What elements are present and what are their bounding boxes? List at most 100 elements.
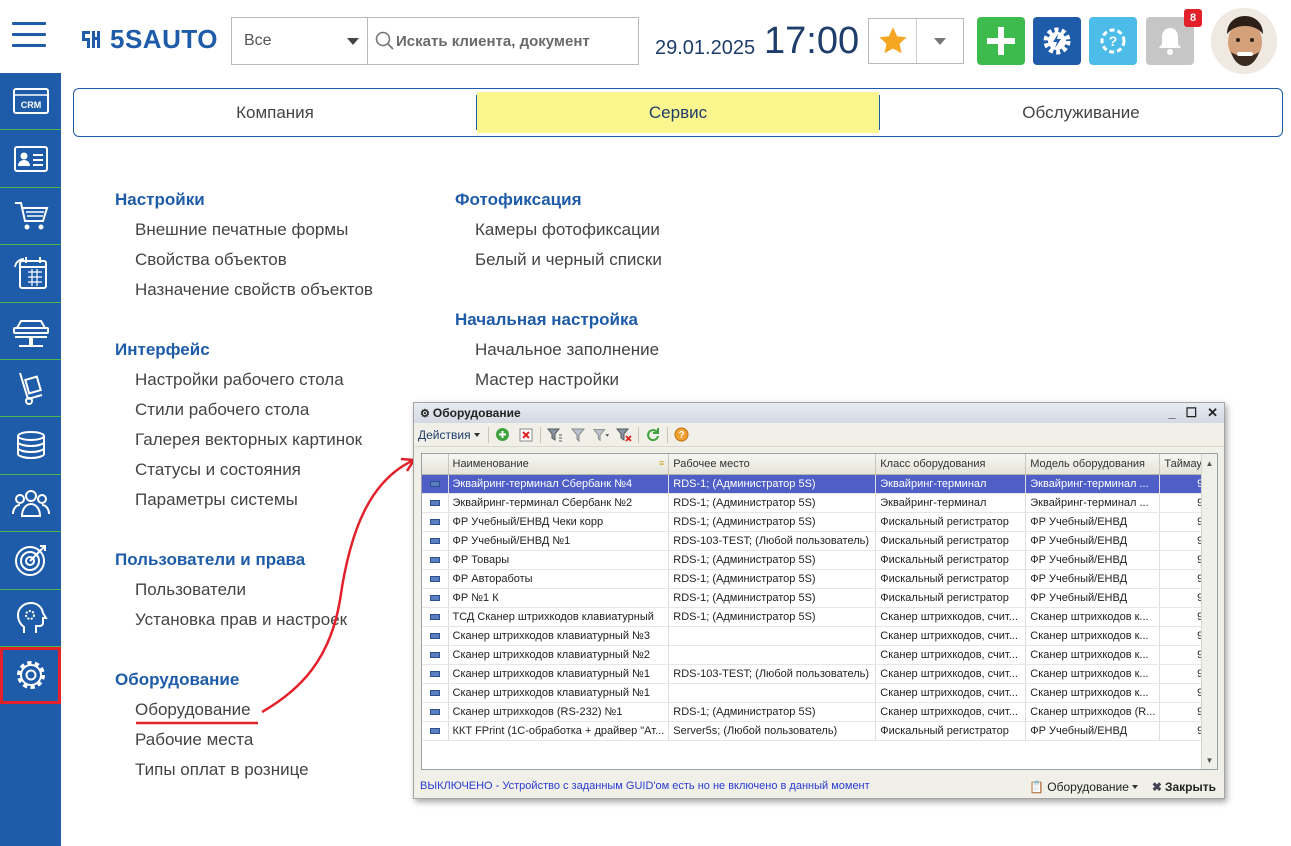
table-row[interactable]: ФР №1 К RDS-1; (Администратор 5S) Фискальн…: [422, 588, 1215, 608]
notifications-button[interactable]: 8: [1146, 9, 1202, 65]
equipment-footer-label: Оборудование: [1047, 780, 1129, 794]
device-icon: [429, 556, 440, 563]
sidebar-item-sales[interactable]: [0, 188, 61, 246]
cell-class: Эквайринг-терминал: [875, 493, 1027, 513]
cell-class: Сканер штрихкодов, счит...: [875, 664, 1027, 684]
scroll-up-icon[interactable]: ▲: [1202, 454, 1217, 472]
sidebar-item-staff[interactable]: [0, 475, 61, 533]
menu-hamburger-button[interactable]: [12, 22, 46, 48]
sidebar-item-contacts[interactable]: [0, 130, 61, 188]
sidebar-item-service[interactable]: [0, 303, 61, 360]
column-header-class[interactable]: Класс оборудования: [875, 454, 1027, 475]
favorites-dropdown-button[interactable]: [917, 19, 963, 63]
menu-group-settings: Настройки Внешние печатные формы Свойств…: [115, 185, 373, 305]
filter-button[interactable]: [569, 426, 587, 444]
table-row[interactable]: Эквайринг-терминал Сбербанк №2 RDS-1; (Ад…: [422, 493, 1215, 513]
favorites-button[interactable]: [869, 19, 917, 63]
menu-link-desktop-settings[interactable]: Настройки рабочего стола: [115, 365, 373, 395]
search-input[interactable]: [396, 32, 626, 50]
add-button[interactable]: [977, 17, 1025, 65]
table-row[interactable]: Эквайринг-терминал Сбербанк №4 RDS-1; (Ад…: [422, 474, 1215, 494]
equipment-window: ⚙ Оборудование _ ☐ ✕ Действия ? Наименов…: [413, 402, 1225, 799]
column-header-model[interactable]: Модель оборудования: [1025, 454, 1161, 475]
add-row-button[interactable]: [494, 426, 512, 444]
scroll-down-icon[interactable]: ▼: [1202, 751, 1217, 769]
table-row[interactable]: ФР Учебный/ЕНВД Чеки корр RDS-1; (Админис…: [422, 512, 1215, 532]
menu-group-interface: Интерфейс Настройки рабочего стола Стили…: [115, 335, 373, 515]
table-row[interactable]: ФР Авторaботы RDS-1; (Администратор 5S) Фи…: [422, 569, 1215, 589]
clear-filter-button[interactable]: [615, 426, 633, 444]
equipment-footer-menu-button[interactable]: 📋 Оборудование: [1029, 780, 1138, 794]
tab-service[interactable]: Сервис: [477, 92, 879, 133]
table-row[interactable]: ККТ FPrint (1С-обработка + драйвер "Ат..…: [422, 721, 1215, 741]
table-row[interactable]: ТСД Сканер штрихкодов клавиатурный RDS-1;…: [422, 607, 1215, 627]
tab-company[interactable]: Компания: [74, 89, 476, 136]
minimize-icon[interactable]: _: [1168, 405, 1175, 421]
actions-label: Действия: [418, 427, 471, 442]
table-row[interactable]: Сканер штрихкодов клавиатурный №1 RDS-103…: [422, 664, 1215, 684]
menu-link-property-assignment[interactable]: Назначение свойств объектов: [115, 275, 373, 305]
refresh-button[interactable]: [644, 426, 662, 444]
row-icon-cell: [422, 664, 449, 684]
cell-model: Сканер штрихкодов к...: [1025, 645, 1161, 665]
user-avatar[interactable]: [1211, 8, 1277, 74]
close-window-button[interactable]: ✖ Закрыть: [1152, 780, 1216, 794]
toolbar-separator: [666, 426, 668, 443]
settings-gear-icon: [16, 661, 45, 690]
sidebar-item-marketing[interactable]: [0, 532, 61, 590]
cell-class: Сканер штрихкодов, счит...: [875, 626, 1027, 646]
help-button[interactable]: ?: [1089, 17, 1137, 65]
row-icon-cell: [422, 702, 449, 722]
menu-link-setup-wizard[interactable]: Мастер настройки: [455, 365, 662, 395]
menu-link-payment-types[interactable]: Типы оплат в рознице: [115, 755, 373, 785]
delete-icon: [519, 428, 533, 441]
actions-menu-button[interactable]: Действия: [418, 428, 483, 442]
menu-link-system-parameters[interactable]: Параметры системы: [115, 485, 373, 515]
maximize-icon[interactable]: ☐: [1185, 405, 1197, 421]
sidebar-item-settings[interactable]: [0, 646, 61, 705]
menu-link-cameras[interactable]: Камеры фотофиксации: [455, 215, 662, 245]
column-header-workplace[interactable]: Рабочее место: [668, 454, 877, 475]
sidebar-item-finance[interactable]: [0, 417, 61, 475]
sidebar-item-crm[interactable]: CRM: [0, 73, 61, 131]
cell-class: Сканер штрихкодов, счит...: [875, 702, 1027, 722]
delete-row-button[interactable]: [517, 426, 535, 444]
search-scope-select[interactable]: Все: [232, 18, 368, 64]
sidebar-item-analytics[interactable]: [0, 590, 61, 647]
filter-history-button[interactable]: [592, 426, 610, 444]
cell-workplace: Server5s; (Любой пользователь): [668, 721, 877, 741]
sidebar-item-warehouse[interactable]: [0, 360, 61, 418]
menu-link-rights-setup[interactable]: Установка прав и настроек: [115, 605, 373, 635]
table-row[interactable]: Сканер штрихкодов клавиатурный №1 Сканер …: [422, 683, 1215, 703]
table-row[interactable]: ФР Учебный/ЕНВД №1 RDS-103-TEST; (Любой п…: [422, 531, 1215, 551]
table-row[interactable]: Сканер штрихкодов клавиатурный №3 Сканер …: [422, 626, 1215, 646]
settings-button[interactable]: [1033, 17, 1081, 65]
cell-workplace: RDS-1; (Администратор 5S): [668, 474, 877, 494]
hand-truck-icon: [18, 372, 42, 406]
menu-link-statuses[interactable]: Статусы и состояния: [115, 455, 373, 485]
menu-link-black-white-lists[interactable]: Белый и черный списки: [455, 245, 662, 275]
cell-model: ФР Учебный/ЕНВД: [1025, 588, 1161, 608]
filter-settings-button[interactable]: [546, 426, 564, 444]
table-row[interactable]: Сканер штрихкодов (RS-232) №1 RDS-1; (Адм…: [422, 702, 1215, 722]
menu-link-workplaces[interactable]: Рабочие места: [115, 725, 373, 755]
column-header-name[interactable]: Наименование ≡: [448, 454, 670, 475]
menu-link-equipment[interactable]: Оборудование: [115, 695, 373, 725]
table-row[interactable]: Сканер штрихкодов клавиатурный №2 Сканер …: [422, 645, 1215, 665]
sidebar-item-planning[interactable]: [0, 245, 61, 303]
table-vertical-scrollbar[interactable]: ▲ ▼: [1201, 454, 1217, 769]
menu-link-users[interactable]: Пользователи: [115, 575, 373, 605]
table-row[interactable]: ФР Товары RDS-1; (Администратор 5S) Фискал…: [422, 550, 1215, 570]
tab-maintenance[interactable]: Обслуживание: [880, 89, 1282, 136]
menu-link-object-properties[interactable]: Свойства объектов: [115, 245, 373, 275]
row-icon-cell: [422, 683, 449, 703]
menu-link-print-forms[interactable]: Внешние печатные формы: [115, 215, 373, 245]
notifications-badge: 8: [1184, 9, 1202, 27]
menu-link-vector-gallery[interactable]: Галерея векторных картинок: [115, 425, 373, 455]
menu-link-desktop-styles[interactable]: Стили рабочего стола: [115, 395, 373, 425]
favorites-control: [868, 18, 964, 64]
menu-link-initial-fill[interactable]: Начальное заполнение: [455, 335, 662, 365]
row-icon-cell: [422, 531, 449, 551]
close-icon[interactable]: ✕: [1207, 405, 1218, 421]
help-toolbar-button[interactable]: ?: [673, 426, 691, 444]
